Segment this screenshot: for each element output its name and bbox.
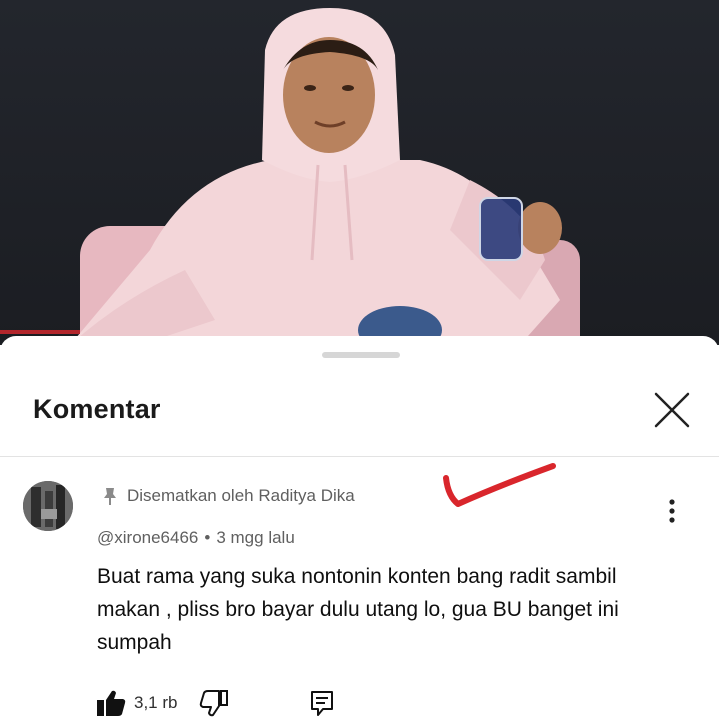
drag-handle[interactable] <box>322 352 400 358</box>
avatar-image <box>23 481 73 531</box>
meta-separator: • <box>204 528 211 547</box>
comment-time: 3 mgg lalu <box>216 528 295 547</box>
more-options-button[interactable] <box>660 494 684 528</box>
pin-icon <box>104 488 116 505</box>
comment-author[interactable]: @xirone6466 <box>97 528 198 547</box>
thumbs-down-icon <box>200 690 229 717</box>
close-button[interactable] <box>652 390 692 430</box>
like-button[interactable]: 3,1 rb <box>96 689 177 717</box>
pinned-text: Disematkan oleh Raditya Dika <box>127 486 355 505</box>
avatar[interactable] <box>23 481 73 531</box>
reply-button[interactable] <box>309 689 335 717</box>
video-thumbnail[interactable] <box>0 0 719 345</box>
sheet-title: Komentar <box>33 394 161 424</box>
like-count: 3,1 rb <box>134 693 178 712</box>
pinned-label: Disematkan oleh Raditya Dika <box>103 485 355 507</box>
dislike-button[interactable] <box>199 689 229 717</box>
comment-meta: @xirone6466 • 3 mgg lalu <box>97 528 295 548</box>
reply-icon <box>311 691 334 716</box>
comment-actions: 3,1 rb <box>96 688 335 718</box>
thumbs-up-icon <box>97 690 126 716</box>
close-icon <box>654 392 690 428</box>
divider <box>0 456 719 457</box>
person-in-hoodie-image <box>0 8 562 345</box>
more-vert-icon <box>669 499 675 523</box>
comment-text: Buat rama yang suka nontonin konten bang… <box>97 565 619 654</box>
comments-sheet: Komentar Disematkan oleh Raditya Dika @x… <box>0 336 719 728</box>
checkmark-annotation-icon <box>443 463 556 507</box>
